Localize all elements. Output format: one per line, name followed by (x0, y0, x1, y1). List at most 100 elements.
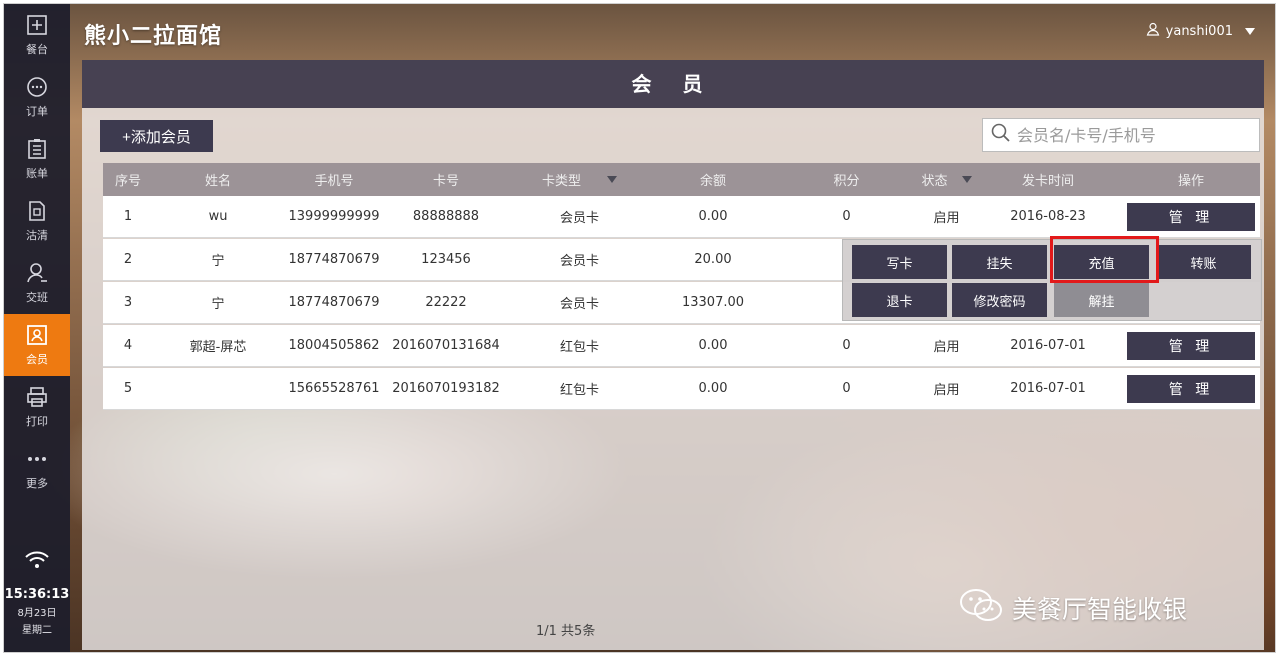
cell-name: 宁 (211, 254, 225, 269)
user-icon (1146, 22, 1160, 40)
header-card-type[interactable]: 卡类型 (507, 170, 652, 189)
report-loss-button[interactable]: 挂失 (952, 245, 1047, 279)
user-menu[interactable]: yanshi001 (1146, 22, 1255, 40)
unfreeze-button[interactable]: 解挂 (1054, 283, 1149, 317)
header-issue-date: 发卡时间 (1021, 174, 1074, 189)
cell-card-type: 红包卡 (559, 383, 599, 398)
manage-button[interactable]: 管 理 (1127, 331, 1255, 360)
table-header: 序号 姓名 手机号 卡号 卡类型 余额 积分 状态 发卡时间 操作 (103, 163, 1260, 196)
list-icon (25, 137, 49, 161)
header-phone: 手机号 (314, 174, 354, 189)
cell-no: 2 (123, 252, 133, 267)
sidebar-item-tables[interactable]: 餐台 (4, 4, 70, 66)
cell-status: 启用 (933, 383, 960, 398)
clock: 15:36:13 8月23日 星期二 (4, 587, 70, 636)
header-status-label: 状态 (921, 174, 948, 189)
member-card-icon (25, 323, 49, 347)
transfer-button[interactable]: 转账 (1156, 245, 1251, 279)
cell-issue-date: 2016-07-01 (1010, 338, 1086, 353)
cell-balance: 0.00 (698, 209, 728, 224)
cell-status: 启用 (933, 340, 960, 355)
wifi-icon (4, 540, 70, 580)
manage-button[interactable]: 管 理 (1127, 202, 1255, 231)
filter-dropdown-icon[interactable] (607, 176, 617, 183)
cell-phone: 18004505862 (288, 338, 380, 353)
manage-button[interactable]: 管 理 (1127, 374, 1255, 403)
cell-card: 22222 (425, 295, 467, 310)
sidebar-item-label: 会员 (26, 353, 48, 366)
header-balance: 余额 (699, 174, 726, 189)
cell-points: 0 (842, 381, 851, 396)
chat-bubble-icon (25, 75, 49, 99)
cell-issue-date: 2016-07-01 (1010, 381, 1086, 396)
cell-no: 3 (123, 295, 133, 310)
header-name: 姓名 (204, 174, 231, 189)
cell-card: 123456 (421, 252, 471, 267)
cell-card: 2016070131684 (392, 338, 500, 353)
cell-card-type: 会员卡 (559, 254, 599, 269)
sidebar-item-shift[interactable]: 交班 (4, 252, 70, 314)
sidebar-item-orders[interactable]: 订单 (4, 66, 70, 128)
sidebar: 餐台 订单 账单 沽清 交班 会员 打印 更多 15:36:13 8月23日 星… (4, 4, 70, 652)
cell-name: 宁 (211, 297, 225, 312)
cell-phone: 18774870679 (288, 252, 380, 267)
return-card-button[interactable]: 退卡 (852, 283, 947, 317)
filter-dropdown-icon[interactable] (961, 176, 972, 183)
cell-points: 0 (842, 209, 851, 224)
header-card: 卡号 (432, 174, 459, 189)
write-card-button[interactable]: 写卡 (852, 245, 947, 279)
sidebar-item-label: 餐台 (26, 43, 48, 56)
search-icon (991, 123, 1011, 147)
sidebar-item-bills[interactable]: 账单 (4, 128, 70, 190)
sidebar-item-label: 沽清 (26, 229, 48, 242)
clock-date: 8月23日 (17, 608, 57, 619)
chevron-down-icon (1245, 27, 1255, 35)
cell-points: 0 (842, 338, 851, 353)
table-row: 5 15665528761 2016070193182 红包卡 0.00 0 启… (103, 368, 1260, 410)
sidebar-item-label: 订单 (26, 105, 48, 118)
sidebar-item-members[interactable]: 会员 (4, 314, 70, 376)
cell-no: 4 (123, 338, 133, 353)
header-card-type-label: 卡类型 (541, 174, 581, 189)
cell-card-type: 红包卡 (559, 340, 599, 355)
cell-phone: 13999999999 (288, 209, 380, 224)
cell-card: 2016070193182 (392, 381, 500, 396)
sidebar-item-more[interactable]: 更多 (4, 438, 70, 500)
cell-actions: 管 理 (1122, 202, 1260, 231)
cell-issue-date: 2016-08-23 (1010, 209, 1086, 224)
clock-time: 15:36:13 (4, 587, 70, 602)
sidebar-item-label: 账单 (26, 167, 48, 180)
document-icon (25, 199, 49, 223)
sidebar-item-print[interactable]: 打印 (4, 376, 70, 438)
sidebar-item-label: 打印 (26, 415, 48, 428)
pagination: 1/1 共5条 (536, 624, 596, 639)
watermark-text: 美餐厅智能收银 (1012, 595, 1188, 624)
cell-actions: 管 理 (1122, 374, 1260, 403)
add-member-button[interactable]: +添加会员 (100, 120, 213, 152)
cell-no: 1 (123, 209, 133, 224)
cell-balance: 13307.00 (681, 295, 745, 310)
clock-weekday: 星期二 (22, 625, 52, 636)
cell-actions: 管 理 (1122, 331, 1260, 360)
sidebar-item-label: 交班 (26, 291, 48, 304)
header-points: 积分 (833, 174, 860, 189)
search-input[interactable] (1017, 125, 1247, 145)
wechat-icon (958, 588, 1004, 628)
header-no: 序号 (114, 174, 141, 189)
header-actions: 操作 (1177, 174, 1204, 189)
cell-card-type: 会员卡 (559, 211, 599, 226)
header-status[interactable]: 状态 (919, 170, 974, 189)
restaurant-name: 熊小二拉面馆 (84, 24, 223, 49)
plus-square-icon (25, 13, 49, 37)
more-dots-icon (25, 447, 49, 471)
cell-status: 启用 (933, 211, 960, 226)
cell-balance: 20.00 (694, 252, 732, 267)
cell-name: wu (208, 209, 228, 224)
cell-name: 郭超-屏芯 (189, 340, 247, 355)
members-panel: 会 员 +添加会员 序号 姓名 手机号 卡号 卡类型 余额 积分 状态 (82, 60, 1264, 650)
change-password-button[interactable]: 修改密码 (952, 283, 1047, 317)
sidebar-item-soldout[interactable]: 沽清 (4, 190, 70, 252)
printer-icon (25, 385, 49, 409)
cell-phone: 18774870679 (288, 295, 380, 310)
cell-phone: 15665528761 (288, 381, 380, 396)
